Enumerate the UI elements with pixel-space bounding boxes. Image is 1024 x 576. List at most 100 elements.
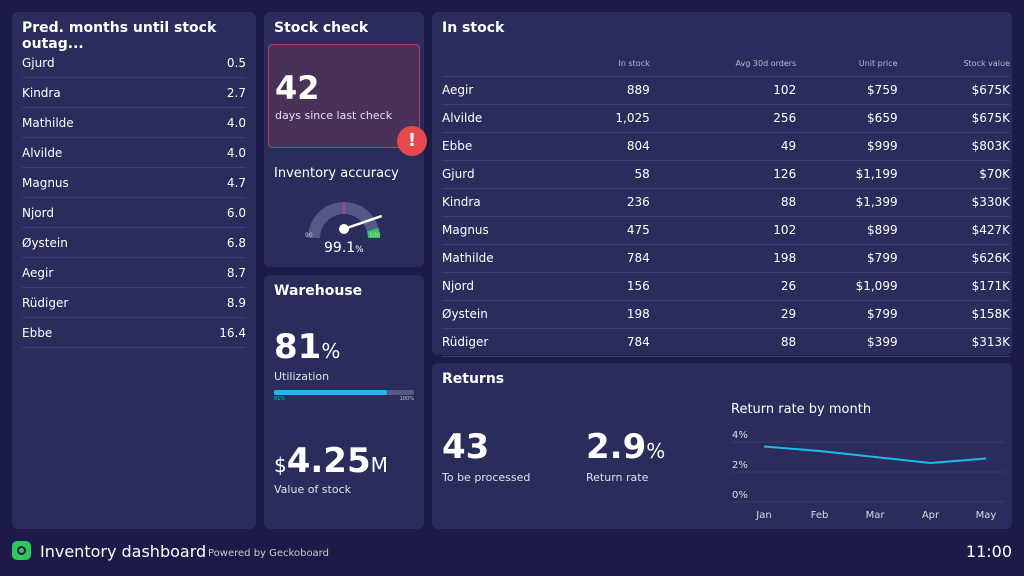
x-tick-label: Mar (866, 510, 886, 521)
instock-title: In stock (442, 20, 505, 36)
outage-name: Mathilde (22, 115, 74, 130)
table-cell: $803K (897, 132, 1010, 161)
return-rate-value: 2.9% (586, 427, 665, 467)
outage-row: Mathilde 4.0 (22, 108, 246, 138)
table-cell: $675K (897, 76, 1010, 105)
outage-name: Kindra (22, 85, 61, 100)
accuracy-value: 99.1% (324, 240, 364, 256)
table-cell: 88 (649, 188, 797, 217)
y-tick-label: 2% (732, 460, 748, 471)
table-cell: 88 (649, 328, 797, 357)
table-row: Øystein 198 29 $799 $158K (442, 300, 1010, 329)
table-row: Kindra 236 88 $1,399 $330K (442, 188, 1010, 217)
y-tick-label: 0% (732, 490, 748, 501)
x-tick-label: Apr (922, 510, 940, 521)
accuracy-title: Inventory accuracy (274, 166, 399, 181)
table-cell: 198 (566, 300, 650, 329)
table-row: Alvilde 1,025 256 $659 $675K (442, 104, 1010, 133)
table-cell: $675K (897, 104, 1010, 133)
stock-check-panel: Stock check 42 days since last check ! I… (264, 12, 427, 267)
outage-row: Njord 6.0 (22, 198, 246, 228)
column-header: Stock value (897, 52, 1010, 77)
return-rate-chart: 0% 2% 4% Jan Feb Mar Apr May (732, 430, 1004, 521)
outage-row: Ebbe 16.4 (22, 318, 246, 348)
utilization-bar-fill (274, 390, 388, 395)
table-cell: Kindra (442, 188, 567, 217)
accuracy-number: 99.1 (324, 240, 356, 256)
outage-name: Ebbe (22, 325, 53, 340)
table-cell: $1,399 (796, 188, 898, 217)
warehouse-panel: Warehouse 81% Utilization 81% 100% $4.25… (264, 275, 424, 529)
column-header: Avg 30d orders (649, 52, 797, 77)
outage-months: 8.9 (226, 295, 246, 310)
clock: 11:00 (965, 542, 1012, 561)
processed-label: To be processed (442, 471, 531, 484)
outage-name: Aegir (22, 265, 54, 280)
bar-max: 100% (399, 396, 414, 402)
column-header: Unit price (796, 52, 898, 77)
accuracy-gauge (308, 202, 383, 238)
table-cell: 804 (566, 132, 650, 161)
table-cell: $158K (897, 300, 1010, 329)
outage-months: 4.0 (226, 145, 246, 160)
outage-months: 8.7 (226, 265, 246, 280)
utilization-bar (274, 390, 414, 395)
x-tick-label: Jan (755, 510, 771, 521)
y-tick-label: 4% (732, 430, 748, 441)
table-cell: $70K (897, 160, 1010, 189)
table-cell: 256 (649, 104, 797, 133)
table-row: Njord 156 26 $1,099 $171K (442, 272, 1010, 301)
outage-row: Alvilde 4.0 (22, 138, 246, 168)
stock-check-value: 42 (275, 69, 320, 107)
table-cell: Njord (442, 272, 567, 301)
gauge-max: 100 (369, 232, 381, 239)
alert-icon: ! (397, 126, 427, 156)
table-cell: 889 (566, 76, 650, 105)
outage-name: Alvilde (22, 145, 63, 160)
table-cell: 49 (649, 132, 797, 161)
outage-months: 2.7 (226, 85, 246, 100)
outage-name: Njord (22, 205, 54, 220)
table-cell: Ebbe (442, 132, 567, 161)
column-header: In stock (566, 52, 650, 77)
table-cell: 475 (566, 216, 650, 245)
utilization-label: Utilization (274, 370, 330, 383)
stock-check-alert-box: 42 days since last check (268, 44, 420, 148)
table-cell: 58 (566, 160, 650, 189)
powered-by: Powered by Geckoboard (208, 548, 329, 559)
stock-check-label: days since last check (275, 109, 393, 122)
table-cell: 198 (649, 244, 797, 273)
table-cell: $427K (897, 216, 1010, 245)
table-cell: Alvilde (442, 104, 567, 133)
table-row: Ebbe 804 49 $999 $803K (442, 132, 1010, 161)
table-row: Gjurd 58 126 $1,199 $70K (442, 160, 1010, 189)
outage-row: Gjurd 0.5 (22, 48, 246, 78)
geckoboard-logo-icon (12, 541, 31, 560)
processed-value: 43 (442, 427, 490, 467)
stock-value: $4.25M (274, 441, 388, 481)
outage-row: Magnus 4.7 (22, 168, 246, 198)
table-cell: 236 (566, 188, 650, 217)
stock-value-suffix: M (370, 453, 388, 477)
table-cell: 156 (566, 272, 650, 301)
stock-value-label: Value of stock (274, 483, 351, 496)
outage-name: Magnus (22, 175, 69, 190)
bar-min: 81% (274, 396, 286, 402)
return-rate-line (763, 445, 987, 465)
outage-months: 6.0 (226, 205, 246, 220)
instock-table: In stock Avg 30d orders Unit price Stock va… (442, 52, 1010, 357)
table-cell: Magnus (442, 216, 567, 245)
dashboard-title: Inventory dashboard (40, 542, 207, 561)
table-cell: 1,025 (566, 104, 650, 133)
table-cell: Mathilde (442, 244, 567, 273)
stock-value-number: 4.25 (286, 441, 371, 481)
outage-row: Kindra 2.7 (22, 78, 246, 108)
outage-months: 16.4 (219, 325, 246, 340)
warehouse-title: Warehouse (274, 283, 363, 299)
accuracy-unit: % (355, 245, 364, 255)
table-cell: $659 (796, 104, 898, 133)
table-cell: $313K (897, 328, 1010, 357)
table-row: Rüdiger 784 88 $399 $313K (442, 328, 1010, 357)
table-cell: $799 (796, 300, 898, 329)
table-cell: 29 (649, 300, 797, 329)
